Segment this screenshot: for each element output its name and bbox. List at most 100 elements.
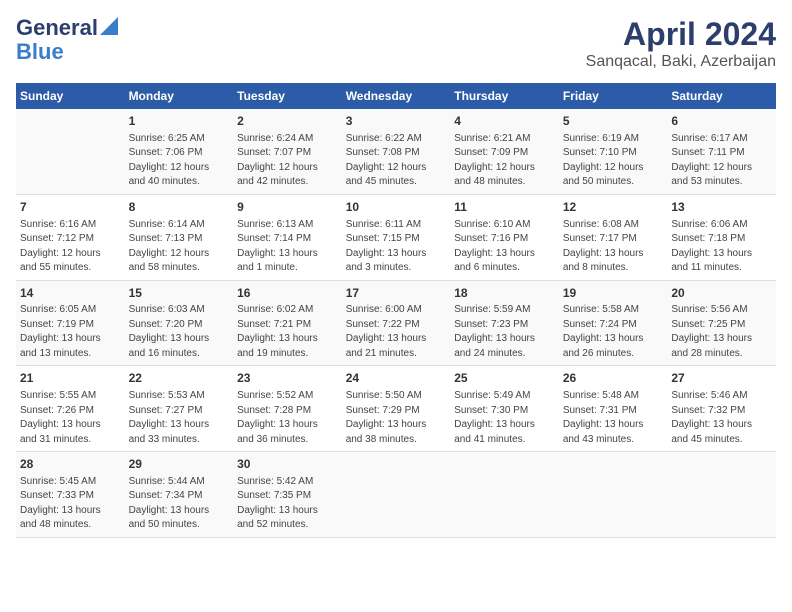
- day-content: Sunrise: 5:52 AMSunset: 7:28 PMDaylight:…: [237, 389, 338, 447]
- logo-general: General: [16, 16, 98, 40]
- calendar-cell: 5 Sunrise: 6:19 AMSunset: 7:10 PMDaylight…: [559, 109, 668, 194]
- calendar-title: April 2024: [586, 16, 776, 53]
- day-content: Sunrise: 6:22 AMSunset: 7:08 PMDaylight:…: [346, 132, 447, 190]
- day-number: 12: [563, 199, 664, 216]
- day-number: 5: [563, 113, 664, 130]
- calendar-cell: 4 Sunrise: 6:21 AMSunset: 7:09 PMDaylight…: [450, 109, 559, 194]
- calendar-cell: 6 Sunrise: 6:17 AMSunset: 7:11 PMDaylight…: [667, 109, 776, 194]
- day-number: 16: [237, 285, 338, 302]
- logo: General Blue: [16, 16, 118, 64]
- calendar-week-row: 7 Sunrise: 6:16 AMSunset: 7:12 PMDaylight…: [16, 194, 776, 280]
- calendar-header-row: Sunday Monday Tuesday Wednesday Thursday…: [16, 83, 776, 109]
- calendar-cell: 9 Sunrise: 6:13 AMSunset: 7:14 PMDaylight…: [233, 194, 342, 280]
- day-number: 7: [20, 199, 121, 216]
- day-content: Sunrise: 6:02 AMSunset: 7:21 PMDaylight:…: [237, 303, 338, 361]
- day-content: Sunrise: 6:00 AMSunset: 7:22 PMDaylight:…: [346, 303, 447, 361]
- day-content: Sunrise: 5:49 AMSunset: 7:30 PMDaylight:…: [454, 389, 555, 447]
- header-wednesday: Wednesday: [342, 83, 451, 109]
- day-number: 8: [129, 199, 230, 216]
- day-content: Sunrise: 5:42 AMSunset: 7:35 PMDaylight:…: [237, 475, 338, 533]
- day-number: 13: [671, 199, 772, 216]
- day-number: 26: [563, 370, 664, 387]
- calendar-week-row: 21 Sunrise: 5:55 AMSunset: 7:26 PMDayligh…: [16, 366, 776, 452]
- calendar-cell: 14Sunrise: 6:05 AMSunset: 7:19 PMDayligh…: [16, 280, 125, 366]
- calendar-cell: 11 Sunrise: 6:10 AMSunset: 7:16 PMDayligh…: [450, 194, 559, 280]
- calendar-cell: 22 Sunrise: 5:53 AMSunset: 7:27 PMDayligh…: [125, 366, 234, 452]
- header-saturday: Saturday: [667, 83, 776, 109]
- calendar-cell: 27 Sunrise: 5:46 AMSunset: 7:32 PMDayligh…: [667, 366, 776, 452]
- day-content: Sunrise: 5:46 AMSunset: 7:32 PMDaylight:…: [671, 389, 772, 447]
- day-content: Sunrise: 5:53 AMSunset: 7:27 PMDaylight:…: [129, 389, 230, 447]
- day-number: 11: [454, 199, 555, 216]
- calendar-cell: 16Sunrise: 6:02 AMSunset: 7:21 PMDayligh…: [233, 280, 342, 366]
- day-number: 9: [237, 199, 338, 216]
- calendar-cell: 28Sunrise: 5:45 AMSunset: 7:33 PMDayligh…: [16, 452, 125, 538]
- logo-icon: [100, 17, 118, 35]
- day-content: Sunrise: 6:13 AMSunset: 7:14 PMDaylight:…: [237, 218, 338, 276]
- day-number: 28: [20, 456, 121, 473]
- calendar-week-row: 14Sunrise: 6:05 AMSunset: 7:19 PMDayligh…: [16, 280, 776, 366]
- calendar-cell: 29Sunrise: 5:44 AMSunset: 7:34 PMDayligh…: [125, 452, 234, 538]
- calendar-cell: 3Sunrise: 6:22 AMSunset: 7:08 PMDaylight…: [342, 109, 451, 194]
- day-number: 2: [237, 113, 338, 130]
- day-number: 17: [346, 285, 447, 302]
- day-content: Sunrise: 6:05 AMSunset: 7:19 PMDaylight:…: [20, 303, 121, 361]
- calendar-cell: 23 Sunrise: 5:52 AMSunset: 7:28 PMDayligh…: [233, 366, 342, 452]
- calendar-cell: [342, 452, 451, 538]
- calendar-cell: [667, 452, 776, 538]
- day-number: 27: [671, 370, 772, 387]
- page-header: General Blue April 2024 Sanqacal, Baki, …: [16, 16, 776, 71]
- day-number: 4: [454, 113, 555, 130]
- calendar-cell: 26 Sunrise: 5:48 AMSunset: 7:31 PMDayligh…: [559, 366, 668, 452]
- calendar-cell: 25Sunrise: 5:49 AMSunset: 7:30 PMDayligh…: [450, 366, 559, 452]
- day-number: 22: [129, 370, 230, 387]
- calendar-cell: 21 Sunrise: 5:55 AMSunset: 7:26 PMDayligh…: [16, 366, 125, 452]
- day-number: 23: [237, 370, 338, 387]
- calendar-cell: 15Sunrise: 6:03 AMSunset: 7:20 PMDayligh…: [125, 280, 234, 366]
- day-content: Sunrise: 6:14 AMSunset: 7:13 PMDaylight:…: [129, 218, 230, 276]
- day-number: 24: [346, 370, 447, 387]
- header-thursday: Thursday: [450, 83, 559, 109]
- day-content: Sunrise: 6:24 AMSunset: 7:07 PMDaylight:…: [237, 132, 338, 190]
- calendar-cell: [559, 452, 668, 538]
- day-content: Sunrise: 6:19 AMSunset: 7:10 PMDaylight:…: [563, 132, 664, 190]
- calendar-cell: 1Sunrise: 6:25 AMSunset: 7:06 PMDaylight…: [125, 109, 234, 194]
- calendar-cell: 20Sunrise: 5:56 AMSunset: 7:25 PMDayligh…: [667, 280, 776, 366]
- day-content: Sunrise: 6:21 AMSunset: 7:09 PMDaylight:…: [454, 132, 555, 190]
- day-content: Sunrise: 6:06 AMSunset: 7:18 PMDaylight:…: [671, 218, 772, 276]
- calendar-subtitle: Sanqacal, Baki, Azerbaijan: [586, 53, 776, 71]
- calendar-cell: 10Sunrise: 6:11 AMSunset: 7:15 PMDayligh…: [342, 194, 451, 280]
- header-monday: Monday: [125, 83, 234, 109]
- day-content: Sunrise: 5:58 AMSunset: 7:24 PMDaylight:…: [563, 303, 664, 361]
- day-content: Sunrise: 6:10 AMSunset: 7:16 PMDaylight:…: [454, 218, 555, 276]
- day-number: 19: [563, 285, 664, 302]
- day-content: Sunrise: 6:25 AMSunset: 7:06 PMDaylight:…: [129, 132, 230, 190]
- day-content: Sunrise: 5:44 AMSunset: 7:34 PMDaylight:…: [129, 475, 230, 533]
- day-content: Sunrise: 5:48 AMSunset: 7:31 PMDaylight:…: [563, 389, 664, 447]
- calendar-week-row: 28Sunrise: 5:45 AMSunset: 7:33 PMDayligh…: [16, 452, 776, 538]
- day-number: 20: [671, 285, 772, 302]
- calendar-cell: 8 Sunrise: 6:14 AMSunset: 7:13 PMDaylight…: [125, 194, 234, 280]
- day-number: 30: [237, 456, 338, 473]
- day-content: Sunrise: 6:17 AMSunset: 7:11 PMDaylight:…: [671, 132, 772, 190]
- calendar-cell: 24 Sunrise: 5:50 AMSunset: 7:29 PMDayligh…: [342, 366, 451, 452]
- day-content: Sunrise: 5:55 AMSunset: 7:26 PMDaylight:…: [20, 389, 121, 447]
- day-number: 21: [20, 370, 121, 387]
- day-content: Sunrise: 6:03 AMSunset: 7:20 PMDaylight:…: [129, 303, 230, 361]
- day-content: Sunrise: 6:08 AMSunset: 7:17 PMDaylight:…: [563, 218, 664, 276]
- calendar-cell: [450, 452, 559, 538]
- calendar-cell: [16, 109, 125, 194]
- day-number: 6: [671, 113, 772, 130]
- calendar-cell: 17Sunrise: 6:00 AMSunset: 7:22 PMDayligh…: [342, 280, 451, 366]
- calendar-table: Sunday Monday Tuesday Wednesday Thursday…: [16, 83, 776, 538]
- day-number: 15: [129, 285, 230, 302]
- calendar-cell: 13 Sunrise: 6:06 AMSunset: 7:18 PMDayligh…: [667, 194, 776, 280]
- calendar-cell: 19Sunrise: 5:58 AMSunset: 7:24 PMDayligh…: [559, 280, 668, 366]
- day-content: Sunrise: 6:16 AMSunset: 7:12 PMDaylight:…: [20, 218, 121, 276]
- header-tuesday: Tuesday: [233, 83, 342, 109]
- day-content: Sunrise: 5:59 AMSunset: 7:23 PMDaylight:…: [454, 303, 555, 361]
- calendar-week-row: 1Sunrise: 6:25 AMSunset: 7:06 PMDaylight…: [16, 109, 776, 194]
- day-content: Sunrise: 5:50 AMSunset: 7:29 PMDaylight:…: [346, 389, 447, 447]
- calendar-cell: 30 Sunrise: 5:42 AMSunset: 7:35 PMDayligh…: [233, 452, 342, 538]
- day-number: 14: [20, 285, 121, 302]
